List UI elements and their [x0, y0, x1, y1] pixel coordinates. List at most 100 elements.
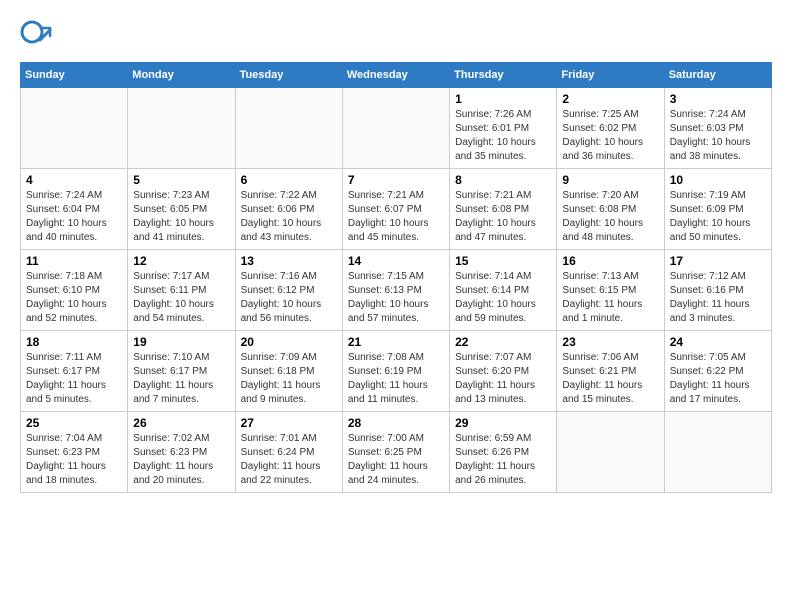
day-number: 27	[241, 416, 337, 430]
day-number: 1	[455, 92, 551, 106]
day-info: Sunrise: 7:08 AMSunset: 6:19 PMDaylight:…	[348, 351, 444, 407]
day-number: 25	[26, 416, 122, 430]
day-info: Sunrise: 7:24 AMSunset: 6:03 PMDaylight:…	[670, 108, 766, 164]
calendar-cell: 25Sunrise: 7:04 AMSunset: 6:23 PMDayligh…	[21, 412, 128, 493]
day-number: 7	[348, 173, 444, 187]
day-info: Sunrise: 7:12 AMSunset: 6:16 PMDaylight:…	[670, 270, 766, 326]
day-info: Sunrise: 7:00 AMSunset: 6:25 PMDaylight:…	[348, 432, 444, 488]
day-info: Sunrise: 7:20 AMSunset: 6:08 PMDaylight:…	[562, 189, 658, 245]
day-info: Sunrise: 7:23 AMSunset: 6:05 PMDaylight:…	[133, 189, 229, 245]
day-number: 29	[455, 416, 551, 430]
day-info: Sunrise: 7:07 AMSunset: 6:20 PMDaylight:…	[455, 351, 551, 407]
day-number: 14	[348, 254, 444, 268]
calendar-cell: 29 Sunrise: 6:59 AMSunset: 6:26 PMDayligh…	[450, 412, 557, 493]
day-info: Sunrise: 7:19 AMSunset: 6:09 PMDaylight:…	[670, 189, 766, 245]
day-info: Sunrise: 7:18 AMSunset: 6:10 PMDaylight:…	[26, 270, 122, 326]
week-row-2: 4 Sunrise: 7:24 AMSunset: 6:04 PMDaylight…	[21, 169, 772, 250]
day-info: Sunrise: 7:16 AMSunset: 6:12 PMDaylight:…	[241, 270, 337, 326]
calendar-table: SundayMondayTuesdayWednesdayThursdayFrid…	[20, 62, 772, 493]
calendar-cell: 3 Sunrise: 7:24 AMSunset: 6:03 PMDaylight…	[664, 88, 771, 169]
calendar-cell	[557, 412, 664, 493]
calendar-cell: 9 Sunrise: 7:20 AMSunset: 6:08 PMDaylight…	[557, 169, 664, 250]
day-info: Sunrise: 7:01 AMSunset: 6:24 PMDaylight:…	[241, 432, 337, 488]
day-number: 2	[562, 92, 658, 106]
day-number: 6	[241, 173, 337, 187]
calendar-cell: 15Sunrise: 7:14 AMSunset: 6:14 PMDayligh…	[450, 250, 557, 331]
day-header-tuesday: Tuesday	[235, 63, 342, 88]
day-info: Sunrise: 7:11 AMSunset: 6:17 PMDaylight:…	[26, 351, 122, 407]
calendar-cell: 16 Sunrise: 7:13 AMSunset: 6:15 PMDayligh…	[557, 250, 664, 331]
day-header-saturday: Saturday	[664, 63, 771, 88]
day-info: Sunrise: 7:26 AMSunset: 6:01 PMDaylight:…	[455, 108, 551, 164]
calendar-cell: 19 Sunrise: 7:10 AMSunset: 6:17 PMDayligh…	[128, 331, 235, 412]
week-row-5: 25Sunrise: 7:04 AMSunset: 6:23 PMDayligh…	[21, 412, 772, 493]
day-number: 8	[455, 173, 551, 187]
calendar-cell: 21 Sunrise: 7:08 AMSunset: 6:19 PMDayligh…	[342, 331, 449, 412]
day-number: 18	[26, 335, 122, 349]
calendar-cell: 10 Sunrise: 7:19 AMSunset: 6:09 PMDayligh…	[664, 169, 771, 250]
calendar-cell	[664, 412, 771, 493]
day-info: Sunrise: 6:59 AMSunset: 6:26 PMDaylight:…	[455, 432, 551, 488]
day-number: 26	[133, 416, 229, 430]
calendar-cell: 12 Sunrise: 7:17 AMSunset: 6:11 PMDayligh…	[128, 250, 235, 331]
day-number: 13	[241, 254, 337, 268]
week-row-3: 11 Sunrise: 7:18 AMSunset: 6:10 PMDayligh…	[21, 250, 772, 331]
calendar-cell: 14Sunrise: 7:15 AMSunset: 6:13 PMDayligh…	[342, 250, 449, 331]
calendar-cell	[235, 88, 342, 169]
day-info: Sunrise: 7:24 AMSunset: 6:04 PMDaylight:…	[26, 189, 122, 245]
calendar-cell: 8 Sunrise: 7:21 AMSunset: 6:08 PMDaylight…	[450, 169, 557, 250]
day-info: Sunrise: 7:22 AMSunset: 6:06 PMDaylight:…	[241, 189, 337, 245]
calendar-cell: 4 Sunrise: 7:24 AMSunset: 6:04 PMDaylight…	[21, 169, 128, 250]
calendar-cell: 24 Sunrise: 7:05 AMSunset: 6:22 PMDayligh…	[664, 331, 771, 412]
calendar-cell	[128, 88, 235, 169]
calendar-cell: 23Sunrise: 7:06 AMSunset: 6:21 PMDayligh…	[557, 331, 664, 412]
day-header-wednesday: Wednesday	[342, 63, 449, 88]
week-row-4: 18 Sunrise: 7:11 AMSunset: 6:17 PMDayligh…	[21, 331, 772, 412]
day-info: Sunrise: 7:25 AMSunset: 6:02 PMDaylight:…	[562, 108, 658, 164]
week-row-1: 1 Sunrise: 7:26 AMSunset: 6:01 PMDaylight…	[21, 88, 772, 169]
day-number: 17	[670, 254, 766, 268]
header	[20, 20, 772, 52]
day-number: 11	[26, 254, 122, 268]
day-number: 4	[26, 173, 122, 187]
day-header-monday: Monday	[128, 63, 235, 88]
day-number: 20	[241, 335, 337, 349]
day-info: Sunrise: 7:21 AMSunset: 6:08 PMDaylight:…	[455, 189, 551, 245]
calendar-cell: 17 Sunrise: 7:12 AMSunset: 6:16 PMDayligh…	[664, 250, 771, 331]
day-number: 3	[670, 92, 766, 106]
calendar-cell: 6 Sunrise: 7:22 AMSunset: 6:06 PMDaylight…	[235, 169, 342, 250]
calendar-cell: 20 Sunrise: 7:09 AMSunset: 6:18 PMDayligh…	[235, 331, 342, 412]
logo	[20, 20, 54, 52]
day-number: 5	[133, 173, 229, 187]
day-header-sunday: Sunday	[21, 63, 128, 88]
calendar-cell: 5 Sunrise: 7:23 AMSunset: 6:05 PMDaylight…	[128, 169, 235, 250]
day-number: 19	[133, 335, 229, 349]
calendar-cell: 22Sunrise: 7:07 AMSunset: 6:20 PMDayligh…	[450, 331, 557, 412]
day-info: Sunrise: 7:02 AMSunset: 6:23 PMDaylight:…	[133, 432, 229, 488]
day-header-friday: Friday	[557, 63, 664, 88]
days-header-row: SundayMondayTuesdayWednesdayThursdayFrid…	[21, 63, 772, 88]
calendar-cell	[21, 88, 128, 169]
calendar-cell: 28 Sunrise: 7:00 AMSunset: 6:25 PMDayligh…	[342, 412, 449, 493]
calendar-cell: 26 Sunrise: 7:02 AMSunset: 6:23 PMDayligh…	[128, 412, 235, 493]
day-info: Sunrise: 7:09 AMSunset: 6:18 PMDaylight:…	[241, 351, 337, 407]
logo-icon	[20, 20, 52, 52]
day-number: 23	[562, 335, 658, 349]
day-header-thursday: Thursday	[450, 63, 557, 88]
calendar-cell	[342, 88, 449, 169]
day-number: 24	[670, 335, 766, 349]
day-info: Sunrise: 7:05 AMSunset: 6:22 PMDaylight:…	[670, 351, 766, 407]
day-info: Sunrise: 7:13 AMSunset: 6:15 PMDaylight:…	[562, 270, 658, 326]
day-info: Sunrise: 7:10 AMSunset: 6:17 PMDaylight:…	[133, 351, 229, 407]
day-number: 16	[562, 254, 658, 268]
day-number: 9	[562, 173, 658, 187]
calendar-cell: 27 Sunrise: 7:01 AMSunset: 6:24 PMDayligh…	[235, 412, 342, 493]
day-number: 10	[670, 173, 766, 187]
day-info: Sunrise: 7:17 AMSunset: 6:11 PMDaylight:…	[133, 270, 229, 326]
calendar-cell: 1 Sunrise: 7:26 AMSunset: 6:01 PMDaylight…	[450, 88, 557, 169]
day-number: 28	[348, 416, 444, 430]
calendar-cell: 11 Sunrise: 7:18 AMSunset: 6:10 PMDayligh…	[21, 250, 128, 331]
day-number: 21	[348, 335, 444, 349]
day-info: Sunrise: 7:21 AMSunset: 6:07 PMDaylight:…	[348, 189, 444, 245]
day-number: 12	[133, 254, 229, 268]
